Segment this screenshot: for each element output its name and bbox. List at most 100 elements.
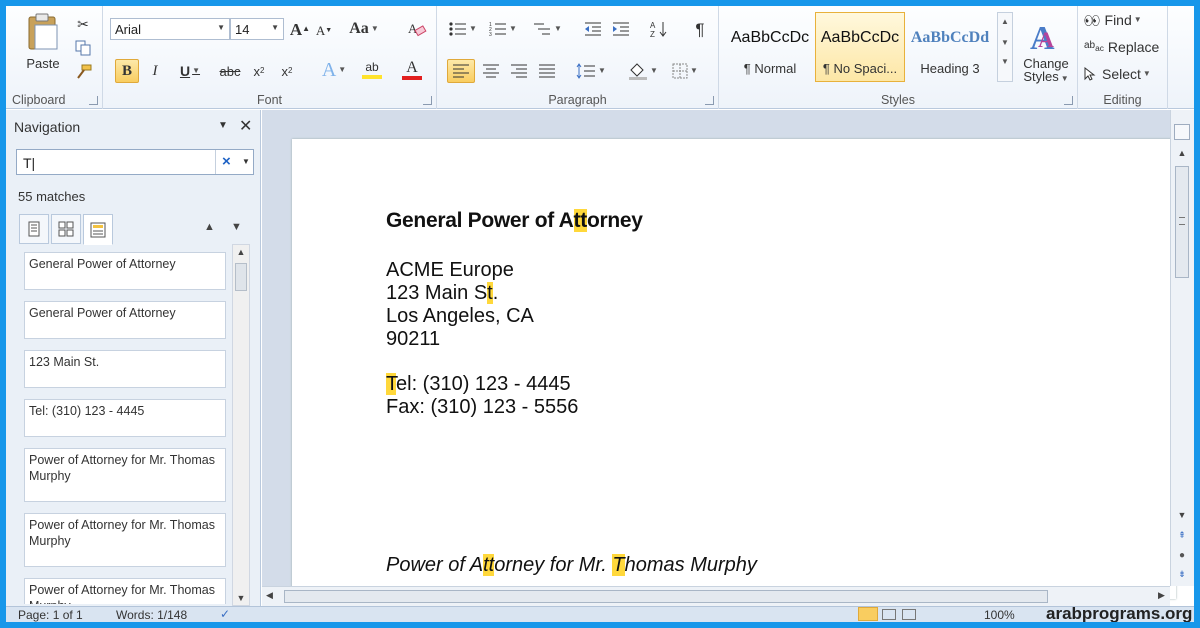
- font-color-icon[interactable]: A: [395, 57, 429, 83]
- vertical-scrollbar[interactable]: ▲ ▼ ⇞ ● ⇟: [1170, 110, 1194, 586]
- justify-icon[interactable]: [535, 59, 559, 83]
- superscript-icon[interactable]: x2: [275, 59, 299, 83]
- font-launcher-icon[interactable]: [423, 96, 432, 105]
- results-scrollbar[interactable]: ▲ ▼: [232, 244, 250, 606]
- numbering-icon[interactable]: 1 2 3 ▼: [485, 18, 521, 40]
- result-item[interactable]: 123 Main St.: [24, 350, 226, 388]
- bullets-icon[interactable]: ▼: [445, 18, 481, 40]
- style-no-spacing[interactable]: AaBbCcDc ¶ No Spaci...: [815, 12, 905, 82]
- style-normal[interactable]: AaBbCcDc ¶ Normal: [725, 12, 815, 82]
- full-screen-reading-icon[interactable]: [882, 609, 896, 620]
- pane-options-icon[interactable]: ▼: [218, 120, 228, 131]
- cut-icon[interactable]: ✂: [72, 14, 94, 34]
- print-layout-icon[interactable]: [858, 607, 878, 621]
- more-styles-icon[interactable]: ▼: [998, 57, 1012, 66]
- grow-font-icon[interactable]: A ▲: [289, 18, 311, 40]
- decrease-indent-icon[interactable]: [581, 18, 605, 40]
- paragraph-launcher-icon[interactable]: [705, 96, 714, 105]
- shrink-font-icon[interactable]: A ▼: [313, 20, 335, 40]
- style-heading-3[interactable]: AaBbCcDd Heading 3: [905, 12, 995, 82]
- result-item[interactable]: Tel: (310) 123 - 4445: [24, 399, 226, 437]
- word-window: Paste ✂ Clipboard Arial ▼ 14 ▼ A ▲ A ▼ Aa ▼: [6, 6, 1194, 622]
- line-spacing-icon[interactable]: ▼: [573, 59, 609, 83]
- web-layout-icon[interactable]: [902, 609, 916, 620]
- result-item[interactable]: Power of Attorney for Mr. Thomas Murphy: [24, 578, 226, 604]
- change-case-button[interactable]: Aa ▼: [347, 18, 381, 40]
- editing-group-label: Editing: [1103, 93, 1142, 107]
- show-formatting-icon[interactable]: ¶: [689, 18, 711, 40]
- word-count[interactable]: Words: 1/148: [116, 608, 187, 622]
- ruler-toggle-icon[interactable]: [1174, 124, 1190, 140]
- paste-button[interactable]: Paste: [18, 10, 68, 72]
- styles-group-label: Styles: [880, 93, 916, 107]
- styles-launcher-icon[interactable]: [1064, 96, 1073, 105]
- align-left-icon[interactable]: [447, 59, 475, 83]
- replace-button[interactable]: abac Replace: [1084, 37, 1168, 57]
- strikethrough-icon[interactable]: abc: [217, 59, 243, 83]
- page-count[interactable]: Page: 1 of 1: [18, 608, 83, 622]
- scroll-thumb[interactable]: [1175, 166, 1189, 278]
- previous-page-icon[interactable]: ⇞: [1171, 530, 1193, 541]
- scroll-up-icon[interactable]: ▲: [1171, 148, 1193, 158]
- result-item[interactable]: Power of Attorney for Mr. Thomas Murphy: [24, 513, 226, 567]
- find-button[interactable]: 👀︎ Find ▼: [1084, 10, 1168, 30]
- format-painter-icon[interactable]: [72, 62, 94, 82]
- editing-group: 👀︎ Find ▼ abac Replace Select ▼ Editing: [1078, 6, 1168, 109]
- result-item[interactable]: General Power of Attorney: [24, 301, 226, 339]
- scroll-thumb[interactable]: [284, 590, 1048, 603]
- text-effects-icon[interactable]: A ▼: [317, 57, 351, 83]
- scroll-up-icon[interactable]: ▲: [233, 247, 249, 257]
- tab-headings[interactable]: [19, 214, 49, 244]
- chevron-down-icon: ▼: [217, 23, 225, 32]
- subscript-icon[interactable]: x2: [247, 59, 271, 83]
- next-result-icon[interactable]: ▼: [231, 221, 242, 233]
- scroll-right-icon[interactable]: ▶: [1158, 590, 1165, 601]
- font-name-value: Arial: [115, 22, 142, 37]
- tab-pages[interactable]: [51, 214, 81, 244]
- highlight-color-icon[interactable]: ab: [355, 57, 389, 83]
- scroll-thumb[interactable]: [235, 263, 247, 291]
- clear-formatting-icon[interactable]: A: [405, 18, 429, 40]
- increase-indent-icon[interactable]: [609, 18, 633, 40]
- style-preview: AaBbCcDc: [820, 29, 900, 46]
- borders-icon[interactable]: ▼: [667, 59, 703, 83]
- underline-icon[interactable]: U ▼: [173, 59, 207, 83]
- chevron-down-icon[interactable]: ▼: [998, 38, 1012, 47]
- align-right-icon[interactable]: [507, 59, 531, 83]
- multilevel-list-icon[interactable]: ▼: [527, 18, 567, 40]
- copy-icon[interactable]: [72, 38, 94, 58]
- result-item[interactable]: Power of Attorney for Mr. Thomas Murphy: [24, 448, 226, 502]
- scroll-down-icon[interactable]: ▼: [233, 593, 249, 603]
- scroll-left-icon[interactable]: ◀: [266, 590, 273, 601]
- shading-icon[interactable]: ▼: [625, 59, 661, 83]
- result-item[interactable]: General Power of Attorney: [24, 252, 226, 290]
- fax: Fax: (310) 123 - 5556: [386, 396, 579, 418]
- font-name-combo[interactable]: Arial ▼: [110, 18, 230, 40]
- search-options-chevron-icon[interactable]: ▼: [242, 157, 250, 166]
- change-styles-button[interactable]: A A Change Styles ▼: [1015, 10, 1077, 90]
- previous-result-icon[interactable]: ▲: [204, 221, 215, 233]
- sort-icon[interactable]: AZ: [647, 18, 671, 40]
- clipboard-launcher-icon[interactable]: [89, 96, 98, 105]
- select-label: Select: [1102, 66, 1141, 82]
- proofing-icon[interactable]: ✓: [220, 607, 230, 621]
- clear-search-icon[interactable]: ×: [222, 153, 231, 170]
- font-group: Arial ▼ 14 ▼ A ▲ A ▼ Aa ▼ A B I U ▼ abc x2 x2 …: [103, 6, 437, 109]
- select-browse-object-icon[interactable]: ●: [1171, 550, 1193, 561]
- chevron-up-icon[interactable]: ▲: [998, 17, 1012, 26]
- document-page[interactable]: General Power of Attorney ACME Europe 12…: [292, 139, 1176, 599]
- search-input[interactable]: T| × ▼: [16, 149, 254, 175]
- font-size-combo[interactable]: 14 ▼: [230, 18, 284, 40]
- zoom-level[interactable]: 100%: [984, 608, 1015, 622]
- bold-icon[interactable]: B: [115, 59, 139, 83]
- align-center-icon[interactable]: [479, 59, 503, 83]
- styles-gallery-scroll[interactable]: ▲ ▼ ▼: [997, 12, 1013, 82]
- tab-results[interactable]: [83, 214, 113, 245]
- scroll-down-icon[interactable]: ▼: [1171, 510, 1193, 520]
- next-page-icon[interactable]: ⇟: [1171, 569, 1193, 580]
- horizontal-scrollbar[interactable]: ◀ ▶: [262, 586, 1170, 606]
- close-icon[interactable]: ✕: [239, 116, 252, 136]
- select-button[interactable]: Select ▼: [1084, 64, 1168, 84]
- font-size-value: 14: [235, 22, 250, 37]
- italic-icon[interactable]: I: [145, 59, 165, 83]
